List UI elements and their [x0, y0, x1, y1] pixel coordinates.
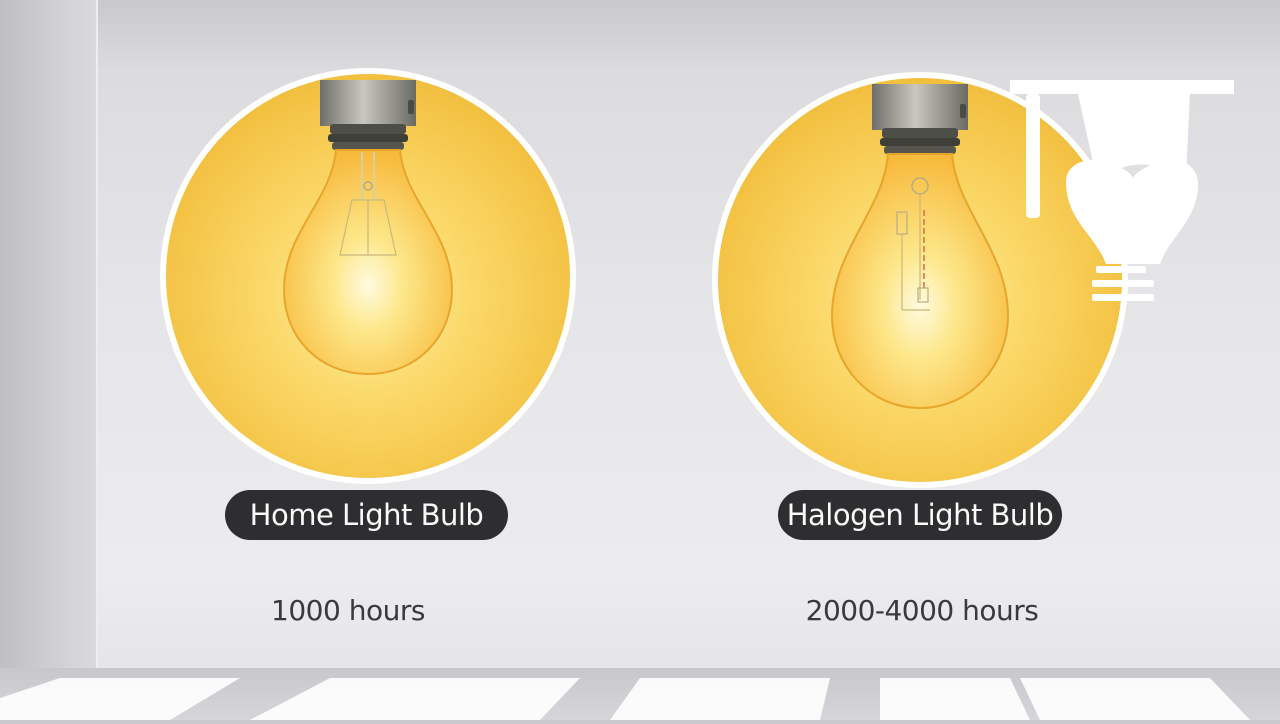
home-bulb-lifetime: 1000 hours	[271, 594, 425, 627]
home-bulb-illustration	[160, 68, 576, 484]
home-bulb-label: Home Light Bulb	[225, 490, 508, 540]
halogen-bulb-lifetime: 2000-4000 hours	[805, 594, 1039, 627]
halogen-bulb-label: Halogen Light Bulb	[778, 490, 1062, 540]
graduation-cap-lightbulb-icon	[1010, 80, 1234, 301]
